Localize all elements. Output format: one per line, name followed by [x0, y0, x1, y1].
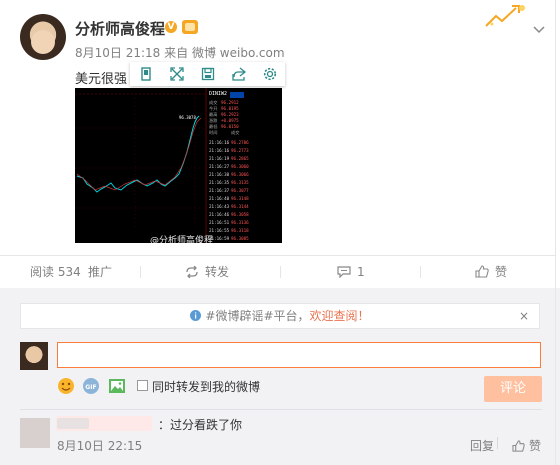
submit-comment-button[interactable]: 评论: [484, 376, 542, 402]
divider: [280, 266, 281, 278]
svg-text:96.2786: 96.2786: [231, 140, 249, 145]
post-source[interactable]: 微博 weibo.com: [192, 46, 285, 60]
svg-text:21:16:19: 21:16:19: [209, 156, 230, 161]
svg-text:96.3136: 96.3136: [231, 220, 249, 225]
svg-text:21:16:27: 21:16:27: [209, 164, 230, 169]
svg-text:96.2923: 96.2923: [221, 112, 239, 117]
chart-panel-title: DINIW2: [209, 91, 227, 97]
gif-icon[interactable]: GIF: [82, 377, 100, 395]
emoji-icon[interactable]: [57, 377, 75, 395]
svg-text:96.2912: 96.2912: [221, 100, 239, 105]
comment-count: 1: [357, 265, 365, 279]
promote-button[interactable]: 推广: [88, 256, 112, 288]
repost-button[interactable]: 转发: [185, 256, 229, 288]
svg-text:96.3077: 96.3077: [231, 188, 249, 193]
view-image-icon[interactable]: [130, 62, 161, 86]
post-time[interactable]: 8月10日 21:18: [75, 46, 160, 60]
fullscreen-icon[interactable]: [161, 62, 192, 86]
svg-text:21:16:30: 21:16:30: [209, 172, 230, 177]
svg-text:96.3144: 96.3144: [231, 204, 249, 209]
info-icon: [190, 310, 202, 321]
svg-text:21:16:16: 21:16:16: [209, 140, 230, 145]
comment-like-button[interactable]: 赞: [512, 437, 541, 454]
member-badge-icon: [182, 20, 198, 34]
commenter-name-redacted-block: [57, 418, 89, 429]
price-chart-graphic: 96.3078 成交 96.2912 今开 96.0195 最高 96.2923 涨跌…: [75, 88, 282, 243]
rumor-notice-bar: #微博辟谣#平台，欢迎查阅！ ×: [20, 303, 540, 329]
post-text: 美元很强: [75, 72, 128, 87]
trophy-icon: [482, 2, 530, 28]
svg-text:时间: 时间: [209, 129, 217, 136]
svg-text:96.2773: 96.2773: [231, 148, 249, 153]
chart-price-label: 96.3078: [179, 115, 196, 120]
comment-text: ：过分看跌了你: [158, 418, 243, 432]
svg-text:21:16:16: 21:16:16: [209, 148, 230, 153]
svg-text:96.3148: 96.3148: [231, 196, 249, 201]
svg-text:96.3066: 96.3066: [231, 172, 249, 177]
svg-text:21:16:40: 21:16:40: [209, 196, 230, 201]
comment-icon: [337, 266, 351, 279]
post-action-bar: 阅读 534 推广 转发 1 赞: [0, 256, 560, 288]
divider: [497, 437, 498, 449]
divider: [20, 409, 542, 410]
comment-time: 8月10日 22:15: [57, 439, 143, 453]
svg-text:+0.0975: +0.0975: [221, 118, 239, 123]
divider: [140, 266, 141, 278]
verified-badge-icon: V: [165, 21, 177, 33]
thumbs-up-icon: [475, 265, 489, 278]
save-image-icon[interactable]: [192, 62, 223, 86]
svg-text:GIF: GIF: [85, 384, 96, 391]
repost-label: 转发: [205, 265, 230, 279]
notice-text: #微博辟谣#平台，: [205, 309, 310, 323]
svg-text:96.3118: 96.3118: [231, 228, 249, 233]
window-edge: [555, 0, 560, 465]
expand-chevron-icon[interactable]: [533, 20, 545, 34]
divider: [420, 266, 421, 278]
read-count: 阅读 534: [30, 265, 81, 279]
like-button[interactable]: 赞: [475, 256, 507, 288]
svg-text:96.3060: 96.3060: [231, 164, 249, 169]
image-toolbar: [130, 62, 285, 86]
like-label: 赞: [495, 265, 508, 279]
svg-text:96.2865: 96.2865: [231, 156, 249, 161]
svg-text:最高: 最高: [209, 111, 217, 118]
author-avatar[interactable]: [20, 14, 66, 60]
settings-gear-icon[interactable]: [254, 62, 285, 86]
svg-text:21:16:35: 21:16:35: [209, 180, 230, 185]
repost-icon: [186, 265, 198, 279]
current-user-avatar[interactable]: [20, 342, 48, 370]
svg-text:成交: 成交: [209, 99, 217, 106]
svg-text:96.3058: 96.3058: [231, 212, 249, 217]
svg-text:21:16:46: 21:16:46: [209, 212, 230, 217]
svg-text:涨跌: 涨跌: [209, 117, 218, 124]
reply-button[interactable]: 回复: [470, 437, 494, 454]
svg-text:最低: 最低: [209, 123, 218, 130]
svg-text:96.0150: 96.0150: [221, 124, 239, 129]
svg-text:96.3085: 96.3085: [231, 236, 249, 241]
svg-text:今开: 今开: [209, 105, 217, 112]
post-meta: 8月10日 21:18 来自 微博 weibo.com: [75, 44, 285, 61]
repost-checkbox[interactable]: [137, 380, 148, 391]
repost-checkbox-label[interactable]: 同时转发到我的微博: [152, 378, 260, 395]
thumbs-up-icon: [512, 440, 525, 452]
svg-text:21:16:51: 21:16:51: [209, 220, 230, 225]
svg-text:96.0195: 96.0195: [221, 106, 239, 111]
svg-text:21:16:37: 21:16:37: [209, 188, 230, 193]
share-image-icon[interactable]: [223, 62, 254, 86]
svg-text:96.3135: 96.3135: [231, 180, 249, 185]
image-upload-icon[interactable]: [108, 377, 126, 395]
close-icon[interactable]: ×: [519, 304, 529, 328]
post-image-chart[interactable]: 96.3078 成交 96.2912 今开 96.0195 最高 96.2923 涨跌…: [75, 88, 282, 243]
comment-like-label: 赞: [529, 439, 542, 453]
post-source-prefix: 来自: [164, 46, 189, 60]
image-watermark: @分析师高俊程: [150, 236, 214, 243]
commenter-avatar[interactable]: [20, 418, 50, 448]
author-name[interactable]: 分析师高俊程: [75, 18, 165, 39]
svg-text:21:16:43: 21:16:43: [209, 204, 230, 209]
svg-text:成交: 成交: [231, 129, 239, 136]
notice-link[interactable]: 欢迎查阅！: [310, 309, 370, 323]
comment-input[interactable]: [57, 342, 541, 368]
